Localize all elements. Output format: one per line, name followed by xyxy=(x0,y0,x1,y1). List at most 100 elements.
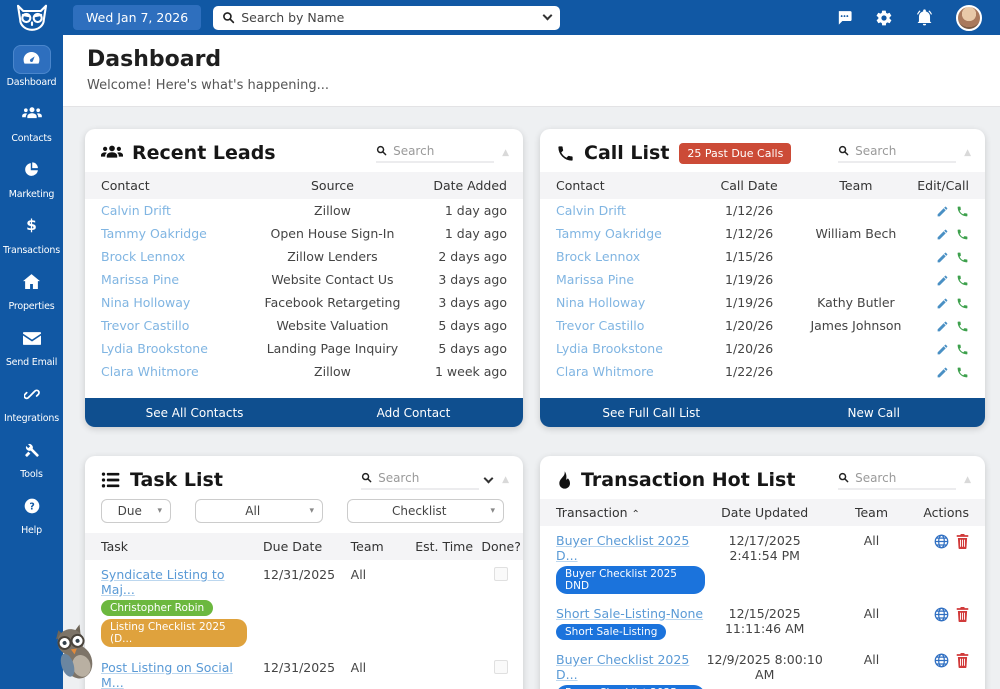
edit-call-button[interactable] xyxy=(936,274,949,287)
call-button[interactable] xyxy=(956,320,969,333)
transaction-date: 12/15/2025 11:11:46 AM xyxy=(706,606,824,636)
recent-leads-search-input[interactable]: Search xyxy=(376,144,494,163)
task-link[interactable]: Syndicate Listing to Maj... xyxy=(101,567,247,597)
lead-contact-link[interactable]: Marissa Pine xyxy=(101,272,179,287)
call-button[interactable] xyxy=(956,343,969,356)
sidebar-item-properties[interactable]: Properties xyxy=(8,269,54,312)
task-list-search-input[interactable]: Search xyxy=(361,471,479,490)
call-date: 1/19/26 xyxy=(700,291,798,314)
call-button[interactable] xyxy=(956,251,969,264)
column-header: Contact xyxy=(85,172,251,199)
contacts-icon xyxy=(22,106,42,125)
edit-call-button[interactable] xyxy=(936,228,949,241)
sidebar-item-marketing[interactable]: Marketing xyxy=(9,157,55,200)
sidebar-item-contacts[interactable]: Contacts xyxy=(11,101,51,144)
resize-handle-icon[interactable]: ▲ xyxy=(502,475,509,485)
call-row: Trevor Castillo1/20/26James Johnson xyxy=(540,314,985,337)
call-contact-link[interactable]: Nina Holloway xyxy=(556,295,645,310)
transaction-pill: Buyer Checklist 2025 DND xyxy=(556,685,705,689)
sidebar-item-send-email[interactable]: Send Email xyxy=(6,325,57,368)
chat-button[interactable] xyxy=(836,9,853,26)
edit-call-button[interactable] xyxy=(936,297,949,310)
edit-call-button[interactable] xyxy=(936,251,949,264)
edit-call-button[interactable] xyxy=(936,205,949,218)
date-button[interactable]: Wed Jan 7, 2026 xyxy=(73,5,201,30)
transaction-row: Buyer Checklist 2025 D... Buyer Checklist… xyxy=(540,645,985,689)
transaction-link[interactable]: Buyer Checklist 2025 D... xyxy=(556,533,705,563)
transaction-link[interactable]: Buyer Checklist 2025 D... xyxy=(556,652,705,682)
delete-transaction-button[interactable] xyxy=(956,534,969,549)
web-view-button[interactable] xyxy=(934,607,949,622)
lead-date-added: 1 day ago xyxy=(413,222,523,245)
sidebar-item-help[interactable]: ?Help xyxy=(13,493,51,536)
column-header: Task xyxy=(85,533,247,560)
lead-date-added: 5 days ago xyxy=(413,337,523,360)
task-done-checkbox[interactable] xyxy=(494,660,508,674)
edit-call-button[interactable] xyxy=(936,343,949,356)
call-contact-link[interactable]: Trevor Castillo xyxy=(556,318,644,333)
marketing-icon xyxy=(23,161,40,182)
call-button[interactable] xyxy=(956,274,969,287)
web-view-button[interactable] xyxy=(934,653,949,668)
lead-contact-link[interactable]: Tammy Oakridge xyxy=(101,226,207,241)
recent-leads-card: Recent Leads Search ▲ Contact Source Dat… xyxy=(85,129,523,427)
call-contact-link[interactable]: Clara Whitmore xyxy=(556,364,654,379)
edit-call-button[interactable] xyxy=(936,366,949,379)
hot-list-search-input[interactable]: Search xyxy=(838,471,956,490)
call-button[interactable] xyxy=(956,205,969,218)
call-team: James Johnson xyxy=(798,314,914,337)
sidebar-item-transactions[interactable]: $Transactions xyxy=(3,213,60,256)
call-row: Nina Holloway1/19/26Kathy Butler xyxy=(540,291,985,314)
lead-contact-link[interactable]: Trevor Castillo xyxy=(101,318,189,333)
task-done-checkbox[interactable] xyxy=(494,567,508,581)
call-contact-link[interactable]: Marissa Pine xyxy=(556,272,634,287)
call-list-search-input[interactable]: Search xyxy=(838,144,956,163)
call-button[interactable] xyxy=(956,297,969,310)
svg-text:?: ? xyxy=(29,501,34,512)
sidebar-item-integrations[interactable]: Integrations xyxy=(4,381,59,424)
column-header: Actions xyxy=(918,499,985,526)
sidebar-item-dashboard[interactable]: Dashboard xyxy=(7,45,57,88)
resize-handle-icon[interactable]: ▲ xyxy=(964,475,971,485)
resize-handle-icon[interactable]: ▲ xyxy=(502,148,509,158)
delete-transaction-button[interactable] xyxy=(956,607,969,622)
delete-transaction-button[interactable] xyxy=(956,653,969,668)
chevron-down-icon[interactable] xyxy=(484,474,494,484)
call-button[interactable] xyxy=(956,228,969,241)
call-team xyxy=(798,360,914,383)
lead-contact-link[interactable]: Lydia Brookstone xyxy=(101,341,208,356)
call-contact-link[interactable]: Lydia Brookstone xyxy=(556,341,663,356)
call-button[interactable] xyxy=(956,366,969,379)
sort-column-header-transaction[interactable]: Transaction⌃ xyxy=(540,499,705,526)
web-view-button[interactable] xyxy=(934,534,949,549)
settings-button[interactable] xyxy=(875,9,893,27)
transaction-link[interactable]: Short Sale-Listing-None xyxy=(556,606,703,621)
see-full-call-list-button[interactable]: See Full Call List xyxy=(540,398,763,427)
lead-contact-link[interactable]: Calvin Drift xyxy=(101,203,171,218)
lead-contact-link[interactable]: Nina Holloway xyxy=(101,295,190,310)
column-header: Date Updated xyxy=(705,499,825,526)
global-search-input[interactable]: Search by Name xyxy=(213,6,560,30)
notifications-button[interactable] xyxy=(915,8,934,27)
team-filter-select[interactable]: All▾ xyxy=(195,499,323,523)
call-contact-link[interactable]: Tammy Oakridge xyxy=(556,226,662,241)
app-logo[interactable] xyxy=(0,4,63,32)
due-filter-select[interactable]: Due▾ xyxy=(101,499,171,523)
checklist-filter-select[interactable]: Checklist▾ xyxy=(347,499,504,523)
call-contact-link[interactable]: Calvin Drift xyxy=(556,203,626,218)
lead-contact-link[interactable]: Brock Lennox xyxy=(101,249,185,264)
edit-call-button[interactable] xyxy=(936,320,949,333)
call-contact-link[interactable]: Brock Lennox xyxy=(556,249,640,264)
new-call-button[interactable]: New Call xyxy=(763,398,986,427)
task-link[interactable]: Post Listing on Social M... xyxy=(101,660,247,689)
task-tag: Christopher Robin xyxy=(101,600,213,616)
user-avatar[interactable] xyxy=(956,5,982,31)
call-date: 1/15/26 xyxy=(700,245,798,268)
lead-contact-link[interactable]: Clara Whitmore xyxy=(101,364,199,379)
lead-source: Zillow Lenders xyxy=(251,245,413,268)
users-icon xyxy=(101,144,123,162)
add-contact-button[interactable]: Add Contact xyxy=(304,398,523,427)
sidebar-item-tools[interactable]: Tools xyxy=(13,437,51,480)
see-all-contacts-button[interactable]: See All Contacts xyxy=(85,398,304,427)
resize-handle-icon[interactable]: ▲ xyxy=(964,148,971,158)
